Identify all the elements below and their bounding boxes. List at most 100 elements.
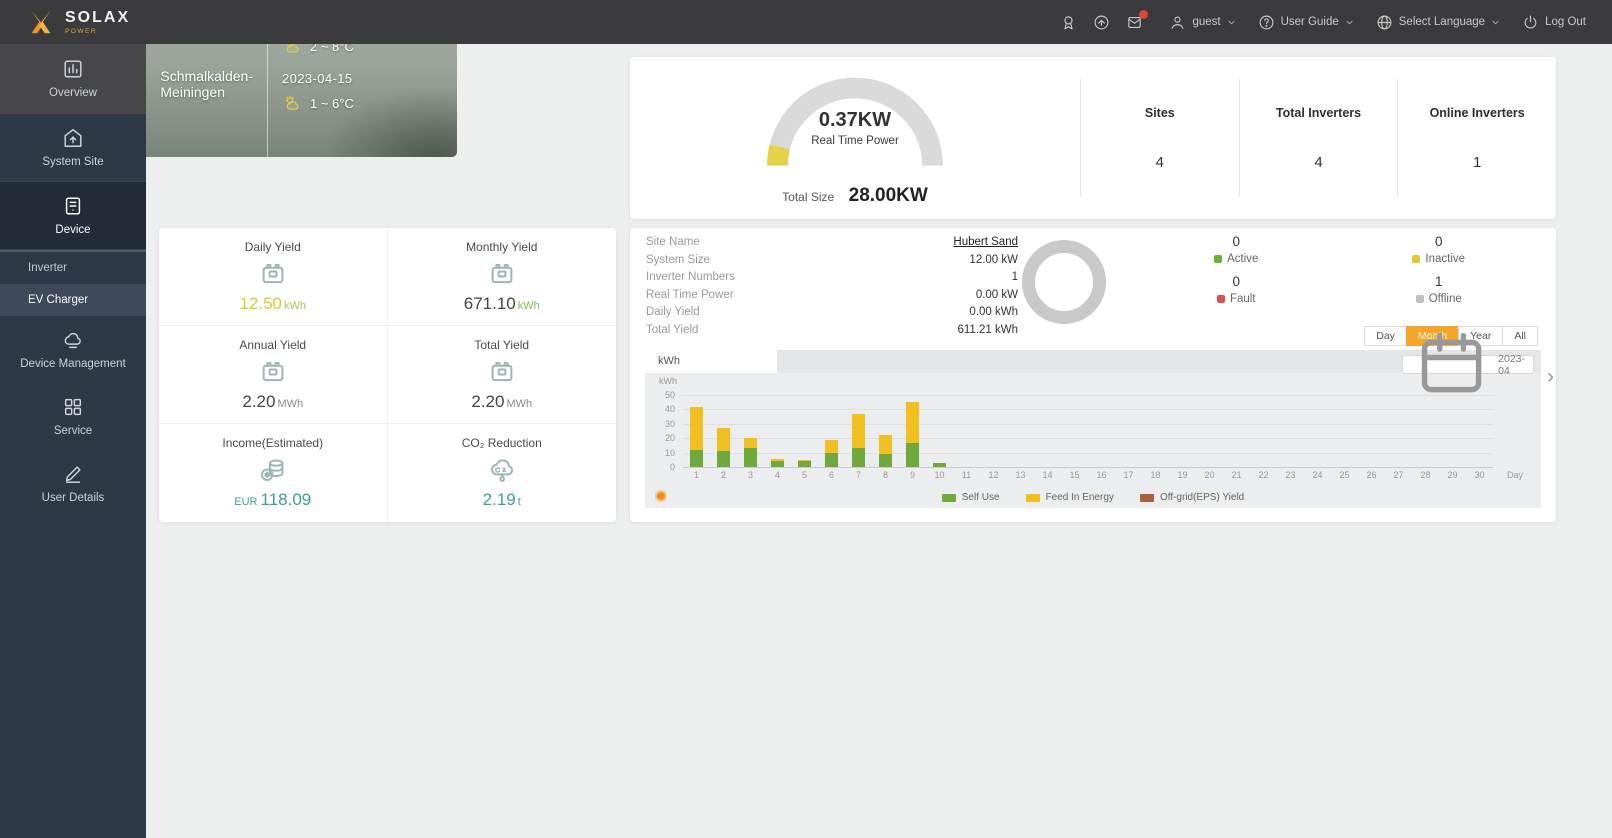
bar-slot — [845, 395, 872, 467]
system-site-icon — [62, 127, 84, 149]
x-tick-label: 12 — [988, 470, 999, 480]
brand-sub: POWER — [65, 27, 98, 35]
legend-item-feed-in-energy[interactable]: Feed In Energy — [1025, 492, 1114, 503]
meter-icon — [482, 357, 522, 387]
site-row-value: 0.00 kWh — [969, 306, 1018, 319]
page: SOLAX POWER guest User Guide Select Lang… — [0, 0, 1612, 838]
language-label: Select Language — [1398, 16, 1486, 28]
bar-slot — [1088, 395, 1115, 467]
alarm-icon[interactable] — [1093, 14, 1110, 31]
stat-value: 4 — [1314, 153, 1323, 171]
legend-item-self-use[interactable]: Self Use — [941, 492, 1000, 503]
legend-label: Feed In Energy — [1045, 492, 1114, 503]
stacked-bar-day-2 — [717, 428, 730, 467]
x-tick-label: 20 — [1204, 470, 1215, 480]
yield-value: 2.19 — [482, 490, 516, 509]
overview-icon — [62, 58, 84, 80]
sidebar-item-overview[interactable]: Overview — [0, 44, 146, 114]
carousel-dot[interactable] — [655, 490, 667, 502]
bar-slot — [791, 395, 818, 467]
x-tick-label: 18 — [1150, 470, 1161, 480]
sidebar-item-label: Device Management — [20, 358, 126, 370]
yield-cell-monthly-yield: Monthly Yield 671.10 kWh — [387, 228, 616, 326]
sidebar-item-inverter[interactable]: Inverter — [0, 252, 146, 284]
bar-segment — [771, 461, 784, 467]
x-tick-label: 4 — [774, 470, 780, 480]
language-menu[interactable]: Select Language — [1376, 14, 1500, 31]
bar-segment — [906, 442, 919, 467]
bar-slot — [1115, 395, 1142, 467]
navbar-icon-group — [1060, 9, 1149, 31]
status-fault: 0 Fault — [1135, 274, 1338, 305]
bar-slot — [1007, 395, 1034, 467]
tab-kwh[interactable]: kWh — [645, 350, 777, 373]
range-tab-day[interactable]: Day — [1364, 326, 1407, 346]
y-tick-label: 0 — [669, 462, 675, 472]
range-tab-all[interactable]: All — [1502, 326, 1538, 346]
stat-total-inverters: Total Inverters 4 — [1238, 79, 1398, 197]
chart-date-picker[interactable]: 2023-04 — [1402, 333, 1534, 393]
sidebar-item-system-site[interactable]: System Site — [0, 114, 146, 181]
bar-slot — [1385, 395, 1412, 467]
bar-slot — [1250, 395, 1277, 467]
message-icon[interactable] — [1126, 9, 1149, 31]
x-tick-label: 11 — [961, 470, 972, 480]
x-tick-label: 2 — [720, 470, 726, 480]
site-row: Site Name Hubert Sand — [646, 236, 1018, 254]
sidebar-item-device[interactable]: Device — [0, 181, 146, 250]
legend-swatch — [1025, 493, 1040, 502]
logout-label: Log Out — [1545, 16, 1586, 28]
x-tick-label: 14 — [1042, 470, 1053, 480]
stat-label: Sites — [1144, 105, 1175, 120]
meter-icon — [482, 259, 522, 289]
bar-segment — [906, 402, 919, 443]
bar-slot — [737, 395, 764, 467]
warranty-icon[interactable] — [1060, 14, 1077, 31]
site-row-value: 12.00 kW — [969, 253, 1018, 266]
y-axis-unit: kWh — [659, 376, 677, 386]
bar-slot — [710, 395, 737, 467]
sidebar-item-ev-charger[interactable]: EV Charger — [0, 284, 146, 316]
y-tick-label: 20 — [664, 433, 675, 444]
yield-value: 2.20 — [242, 391, 276, 411]
status-dot — [1216, 295, 1225, 303]
status-count: 0 — [1232, 274, 1240, 289]
site-row-value: 611.21 kWh — [957, 323, 1018, 336]
site-name-link[interactable]: Hubert Sand — [953, 236, 1018, 248]
user-guide-label: User Guide — [1280, 16, 1339, 28]
sidebar-item-user-details[interactable]: User Details — [0, 450, 146, 517]
sidebar-item-device-management[interactable]: Device Management — [0, 316, 146, 383]
stat-label: Total Inverters — [1275, 105, 1362, 120]
site-row: Daily Yield 0.00 kWh — [646, 306, 1018, 324]
legend-item-off-grid-eps-yield[interactable]: Off-grid(EPS) Yield — [1139, 492, 1244, 503]
yield-cell-annual-yield: Annual Yield 2.20 MWh — [159, 326, 388, 424]
x-tick-label: 3 — [747, 470, 753, 480]
site-row-label: Daily Yield — [646, 306, 700, 319]
user-guide-menu[interactable]: User Guide — [1258, 14, 1354, 31]
bar-slot — [899, 395, 926, 467]
brand-logo[interactable]: SOLAX POWER — [26, 7, 130, 37]
x-axis-unit: Day — [1506, 470, 1523, 480]
y-tick-label: 50 — [664, 390, 675, 400]
site-row: Inverter Numbers 1 — [646, 271, 1018, 289]
site-row-label: Real Time Power — [646, 288, 734, 301]
yield-unit: MWh — [506, 397, 533, 410]
bar-slot — [764, 395, 791, 467]
carousel-next-arrow[interactable]: › — [1547, 366, 1554, 387]
bar-slot — [953, 395, 980, 467]
x-tick-label: 23 — [1285, 470, 1296, 480]
stacked-bar-day-3 — [744, 438, 757, 467]
stacked-bar-day-4 — [771, 459, 784, 467]
yield-unit: kWh — [517, 299, 540, 312]
sidebar-item-service[interactable]: Service — [0, 383, 146, 450]
bar-segment — [852, 448, 865, 467]
real-time-power-value: 0.37KW — [818, 109, 892, 131]
user-menu[interactable]: guest — [1169, 14, 1235, 31]
bar-segment — [690, 449, 703, 467]
yield-value: 671.10 — [463, 293, 516, 313]
yield-value-row: 2.20 MWh — [242, 392, 303, 412]
notification-badge — [1139, 9, 1149, 19]
yield-value: 118.09 — [260, 490, 312, 509]
logout-button[interactable]: Log Out — [1522, 14, 1586, 31]
service-icon — [62, 396, 84, 418]
